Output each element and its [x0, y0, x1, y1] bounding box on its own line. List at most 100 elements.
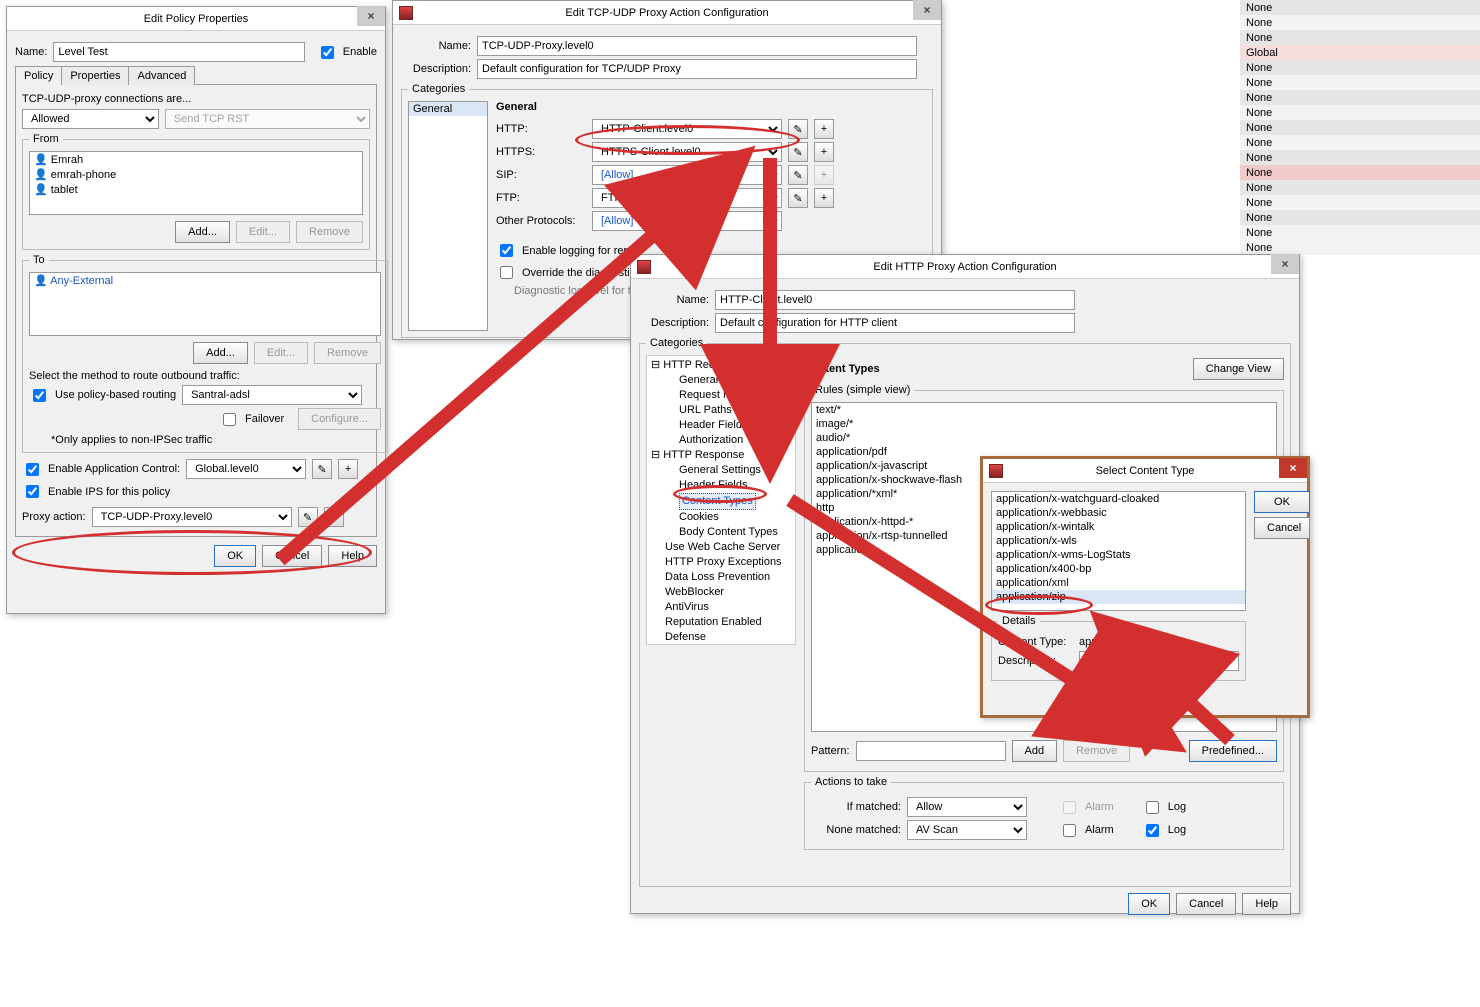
- http-select[interactable]: HTTP-Client.level0: [592, 119, 782, 139]
- from-add-button[interactable]: Add...: [175, 221, 230, 243]
- ifmatched-select[interactable]: Allow: [907, 797, 1027, 817]
- list-item[interactable]: 👤 Emrah: [30, 152, 362, 167]
- tab-properties[interactable]: Properties: [61, 66, 129, 85]
- failover-checkbox[interactable]: [223, 413, 236, 426]
- routing-checkbox[interactable]: [33, 389, 46, 402]
- tree-item[interactable]: ⊟ HTTP Response: [651, 448, 791, 463]
- policy-cancel-button[interactable]: Cancel: [262, 545, 322, 567]
- list-item[interactable]: image/*: [812, 417, 1276, 431]
- tree-item[interactable]: Reputation Enabled Defense: [651, 615, 791, 645]
- list-item[interactable]: 👤 tablet: [30, 182, 362, 197]
- close-icon[interactable]: ×: [1271, 254, 1299, 274]
- proxy-edit-icon[interactable]: ✎: [298, 507, 318, 527]
- policy-help-button[interactable]: Help: [328, 545, 377, 567]
- http-ok-button[interactable]: OK: [1128, 893, 1170, 915]
- https-new-icon[interactable]: +: [814, 142, 834, 162]
- tcpudp-name-input[interactable]: [477, 36, 917, 56]
- tree-item[interactable]: Body Content Types: [651, 525, 791, 540]
- sip-select[interactable]: [Allow]: [592, 165, 782, 185]
- policy-ok-button[interactable]: OK: [214, 545, 256, 567]
- close-icon[interactable]: ×: [357, 6, 385, 26]
- list-item[interactable]: application/x400-bp: [992, 562, 1245, 576]
- tree-item[interactable]: HTTP Proxy Exceptions: [651, 555, 791, 570]
- selct-cancel-button[interactable]: Cancel: [1254, 517, 1310, 539]
- https-select[interactable]: HTTPS-Client.level0: [592, 142, 782, 162]
- tree-item[interactable]: Authorization: [651, 433, 791, 448]
- ifmatched-log-checkbox[interactable]: [1146, 801, 1159, 814]
- log-checkbox[interactable]: [500, 244, 513, 257]
- tree-item[interactable]: Content Types: [651, 493, 791, 510]
- tree-item[interactable]: General Settings: [651, 373, 791, 388]
- tree-item[interactable]: General Settings: [651, 463, 791, 478]
- nonematched-select[interactable]: AV Scan: [907, 820, 1027, 840]
- tree-item[interactable]: Header Fields: [651, 478, 791, 493]
- http-tree[interactable]: ⊟ HTTP RequestGeneral SettingsRequest Me…: [646, 355, 796, 645]
- to-add-button[interactable]: Add...: [193, 342, 248, 364]
- tree-item[interactable]: Use Web Cache Server: [651, 540, 791, 555]
- http-desc-input[interactable]: [715, 313, 1075, 333]
- ips-checkbox[interactable]: [26, 485, 39, 498]
- http-help-button[interactable]: Help: [1242, 893, 1291, 915]
- list-item[interactable]: 👤 emrah-phone: [30, 167, 362, 182]
- policy-name-input[interactable]: [53, 42, 304, 62]
- appctrl-checkbox[interactable]: [26, 463, 39, 476]
- nonematched-alarm-label: Alarm: [1085, 824, 1114, 836]
- tcpudp-desc-input[interactable]: [477, 59, 917, 79]
- enable-checkbox[interactable]: [321, 46, 334, 59]
- tree-item[interactable]: WebBlocker: [651, 585, 791, 600]
- list-item[interactable]: application/xml: [992, 576, 1245, 590]
- close-icon[interactable]: ×: [913, 0, 941, 20]
- proxy-action-select[interactable]: TCP-UDP-Proxy.level0: [92, 507, 292, 527]
- override-checkbox[interactable]: [500, 266, 513, 279]
- policy-dialog: Edit Policy Properties × Name: Enable Po…: [6, 6, 386, 614]
- pattern-add-button[interactable]: Add: [1012, 740, 1058, 762]
- selct-list[interactable]: application/x-watchguard-cloakedapplicat…: [991, 491, 1246, 611]
- appctrl-edit-icon[interactable]: ✎: [312, 459, 332, 479]
- from-list[interactable]: 👤 Emrah👤 emrah-phone👤 tablet: [29, 151, 363, 215]
- appctrl-new-icon[interactable]: +: [338, 459, 358, 479]
- tree-item[interactable]: ⊟ HTTP Request: [651, 358, 791, 373]
- https-edit-icon[interactable]: ✎: [788, 142, 808, 162]
- tab-advanced[interactable]: Advanced: [128, 66, 195, 85]
- tree-item[interactable]: Request Methods: [651, 388, 791, 403]
- nonematched-log-checkbox[interactable]: [1146, 824, 1159, 837]
- tree-item[interactable]: Data Loss Prevention: [651, 570, 791, 585]
- tree-item[interactable]: AntiVirus: [651, 600, 791, 615]
- http-edit-icon[interactable]: ✎: [788, 119, 808, 139]
- tree-item[interactable]: URL Paths: [651, 403, 791, 418]
- list-item[interactable]: audio/*: [812, 431, 1276, 445]
- cat-general[interactable]: General: [409, 102, 487, 116]
- ftp-new-icon[interactable]: +: [814, 188, 834, 208]
- list-item[interactable]: 👤 Any-External: [30, 273, 380, 288]
- list-item[interactable]: application/x-wms-LogStats: [992, 548, 1245, 562]
- selct-ok-button[interactable]: OK: [1254, 491, 1310, 513]
- predefined-button[interactable]: Predefined...: [1189, 740, 1277, 762]
- http-new-icon[interactable]: +: [814, 119, 834, 139]
- list-item[interactable]: application/zip: [992, 590, 1245, 604]
- tcpudp-cat-list[interactable]: General: [408, 101, 488, 331]
- other-select[interactable]: [Allow]: [592, 211, 782, 231]
- to-list[interactable]: 👤 Any-External: [29, 272, 381, 336]
- tab-policy[interactable]: Policy: [15, 66, 62, 85]
- list-item[interactable]: application/x-webbasic: [992, 506, 1245, 520]
- tree-item[interactable]: Cookies: [651, 510, 791, 525]
- proxy-new-icon[interactable]: +: [324, 507, 344, 527]
- close-icon[interactable]: ×: [1279, 458, 1307, 478]
- appctrl-select[interactable]: Global.level0: [186, 459, 306, 479]
- http-cancel-button[interactable]: Cancel: [1176, 893, 1236, 915]
- list-item[interactable]: application/x-watchguard-cloaked: [992, 492, 1245, 506]
- list-item[interactable]: text/*: [812, 403, 1276, 417]
- http-name-input[interactable]: [715, 290, 1075, 310]
- change-view-button[interactable]: Change View: [1193, 358, 1284, 380]
- nonematched-alarm-checkbox[interactable]: [1063, 824, 1076, 837]
- list-item[interactable]: application/x-wls: [992, 534, 1245, 548]
- ftp-select[interactable]: FTP-Client.level0: [592, 188, 782, 208]
- list-item[interactable]: application/x-wintalk: [992, 520, 1245, 534]
- pattern-input[interactable]: [856, 741, 1006, 761]
- selct-desc-input[interactable]: [1079, 651, 1239, 671]
- ftp-edit-icon[interactable]: ✎: [788, 188, 808, 208]
- routing-select[interactable]: Santral-adsl: [182, 385, 362, 405]
- sip-edit-icon[interactable]: ✎: [788, 165, 808, 185]
- connections-select[interactable]: Allowed: [22, 109, 159, 129]
- tree-item[interactable]: Header Fields: [651, 418, 791, 433]
